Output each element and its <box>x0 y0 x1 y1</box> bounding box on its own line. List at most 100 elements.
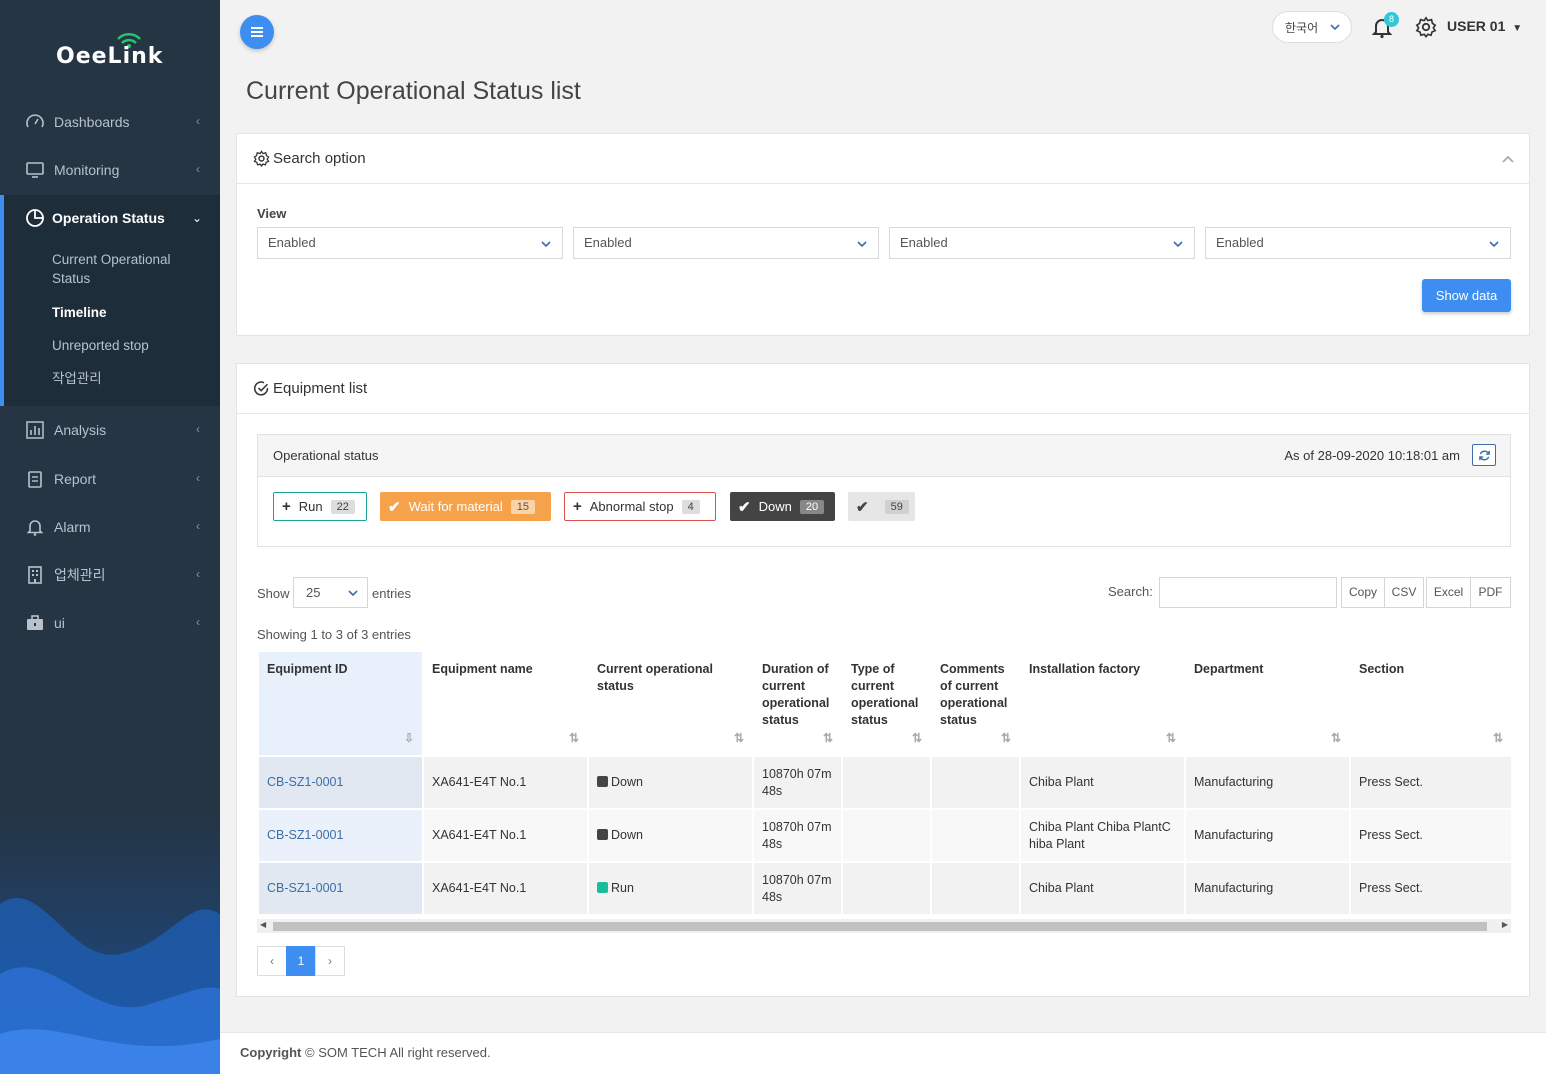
check-circle-icon <box>251 379 271 399</box>
chip-count: 4 <box>681 499 700 514</box>
bell-icon <box>24 516 46 538</box>
language-select[interactable]: 한국어 <box>1272 11 1352 43</box>
chevron-down-icon: ⌄ <box>191 211 202 225</box>
equipment-table: Equipment ID ⇩ Equipment name ⇅ Current op… <box>257 650 1513 916</box>
view-select-4[interactable]: Enabled <box>1205 227 1511 259</box>
pagination-page-1[interactable]: 1 <box>286 946 316 976</box>
sidebar-subitem-work-management[interactable]: 작업관리 <box>52 369 202 388</box>
sort-icon: ⇅ <box>733 731 744 745</box>
equipment-id-link[interactable]: CB-SZ1-0001 <box>259 757 422 808</box>
panel-title: Search option <box>273 150 366 167</box>
duration-cell: 10870h 07m 48s <box>754 810 841 861</box>
pagination-prev[interactable]: ‹ <box>257 946 287 976</box>
sidebar-item-alarm[interactable]: Alarm ‹ <box>0 507 220 547</box>
sort-icon: ⇅ <box>568 731 579 745</box>
sidebar-subitem-unreported-stop[interactable]: Unreported stop <box>52 336 202 355</box>
scroll-left-arrow-icon[interactable]: ◀ <box>260 920 266 929</box>
gear-icon <box>251 149 271 169</box>
column-header-comments[interactable]: Comments of current operational status ⇅ <box>932 652 1019 755</box>
as-of-timestamp: As of 28-09-2020 10:18:01 am <box>1284 448 1460 463</box>
sidebar-item-label: Analysis <box>54 422 107 438</box>
menu-toggle-button[interactable] <box>240 15 274 49</box>
view-select-1[interactable]: Enabled <box>257 227 563 259</box>
chevron-down-icon <box>857 241 867 248</box>
sidebar-item-monitoring[interactable]: Monitoring ‹ <box>0 150 220 190</box>
sidebar: OeeLink Dashboards ‹ Monitoring ‹ Operat… <box>0 0 220 1074</box>
chevron-left-icon: ‹ <box>196 162 200 176</box>
chevron-down-icon <box>1489 241 1499 248</box>
copyright-bold: Copyright <box>240 1045 302 1060</box>
show-label: Show <box>257 586 290 601</box>
excel-button[interactable]: Excel <box>1426 577 1471 608</box>
hamburger-icon <box>251 27 263 37</box>
table-row: CB-SZ1-0001 XA641-E4T No.1 Run 10870h 07… <box>259 863 1511 914</box>
sidebar-subitem-current-operational-status[interactable]: Current Operational Status <box>52 250 202 288</box>
clipboard-icon <box>24 468 46 490</box>
search-option-header[interactable]: Search option <box>237 134 1529 184</box>
scroll-right-arrow-icon[interactable]: ▶ <box>1502 920 1508 929</box>
column-header-equipment-name[interactable]: Equipment name ⇅ <box>424 652 587 755</box>
copyright-text: © SOM TECH All right reserved. <box>305 1045 491 1060</box>
sidebar-item-company-management[interactable]: 업체관리 ‹ <box>0 555 220 595</box>
pdf-button[interactable]: PDF <box>1470 577 1511 608</box>
filter-chip-wait-for-material[interactable]: ✔ Wait for material 15 <box>380 492 551 521</box>
sidebar-item-dashboards[interactable]: Dashboards ‹ <box>0 102 220 142</box>
filter-chip-down[interactable]: ✔ Down 20 <box>730 492 835 521</box>
filter-chip-other[interactable]: ✔ 59 <box>848 492 915 521</box>
chevron-up-icon[interactable] <box>1501 152 1515 166</box>
user-menu[interactable]: USER 01 ▼ <box>1447 18 1522 34</box>
check-icon: ✔ <box>388 498 401 516</box>
entries-length-select[interactable]: 25 <box>293 577 368 608</box>
column-header-duration[interactable]: Duration of current operational status ⇅ <box>754 652 841 755</box>
section-cell: Press Sect. <box>1351 863 1511 914</box>
sidebar-item-analysis[interactable]: Analysis ‹ <box>0 410 220 450</box>
settings-gear-icon[interactable] <box>1415 16 1437 38</box>
show-data-button[interactable]: Show data <box>1422 279 1511 312</box>
sidebar-subitem-timeline[interactable]: Timeline <box>52 303 202 322</box>
pagination-next[interactable]: › <box>315 946 345 976</box>
search-label: Search: <box>1108 584 1153 599</box>
building-icon <box>24 564 46 586</box>
sidebar-item-operation-status[interactable]: Operation Status <box>24 207 165 229</box>
section-cell: Press Sect. <box>1351 810 1511 861</box>
column-header-department[interactable]: Department ⇅ <box>1186 652 1349 755</box>
logo[interactable]: OeeLink <box>56 32 176 72</box>
column-header-section[interactable]: Section ⇅ <box>1351 652 1511 755</box>
user-name: USER 01 <box>1447 18 1506 34</box>
column-header-equipment-id[interactable]: Equipment ID ⇩ <box>259 652 422 755</box>
chip-label: Run <box>298 499 323 514</box>
chip-label: Abnormal stop <box>589 499 674 514</box>
chevron-left-icon: ‹ <box>196 615 200 629</box>
equipment-id-link[interactable]: CB-SZ1-0001 <box>259 810 422 861</box>
chip-label: Down <box>758 499 792 514</box>
filter-chip-abnormal-stop[interactable]: + Abnormal stop 4 <box>564 492 716 521</box>
view-select-2[interactable]: Enabled <box>573 227 879 259</box>
sidebar-item-report[interactable]: Report ‹ <box>0 459 220 499</box>
gauge-icon <box>24 111 46 133</box>
refresh-button[interactable] <box>1472 444 1496 466</box>
equipment-name-cell: XA641-E4T No.1 <box>424 757 587 808</box>
sidebar-item-ui[interactable]: ui ‹ <box>0 603 220 643</box>
status-cell: Down <box>589 810 752 861</box>
csv-button[interactable]: CSV <box>1384 577 1424 608</box>
view-select-3[interactable]: Enabled <box>889 227 1195 259</box>
chevron-down-icon <box>1330 24 1340 31</box>
column-header-installation-factory[interactable]: Installation factory ⇅ <box>1021 652 1184 755</box>
view-label: View <box>257 206 287 221</box>
status-run-swatch <box>597 882 608 893</box>
equipment-id-link[interactable]: CB-SZ1-0001 <box>259 863 422 914</box>
horizontal-scrollbar[interactable]: ◀ ▶ <box>257 919 1511 933</box>
check-icon: ✔ <box>738 498 751 516</box>
comments-cell <box>932 863 1019 914</box>
refresh-icon <box>1478 450 1490 460</box>
comments-cell <box>932 810 1019 861</box>
status-down-swatch <box>597 829 608 840</box>
column-header-type[interactable]: Type of current operational status ⇅ <box>843 652 930 755</box>
copy-button[interactable]: Copy <box>1341 577 1385 608</box>
table-row: CB-SZ1-0001 XA641-E4T No.1 Down 10870h 0… <box>259 757 1511 808</box>
filter-chip-run[interactable]: + Run 22 <box>273 492 367 521</box>
table-search-input[interactable] <box>1159 577 1337 608</box>
column-header-current-status[interactable]: Current operational status ⇅ <box>589 652 752 755</box>
scrollbar-thumb[interactable] <box>273 922 1487 931</box>
entries-label: entries <box>372 586 412 601</box>
